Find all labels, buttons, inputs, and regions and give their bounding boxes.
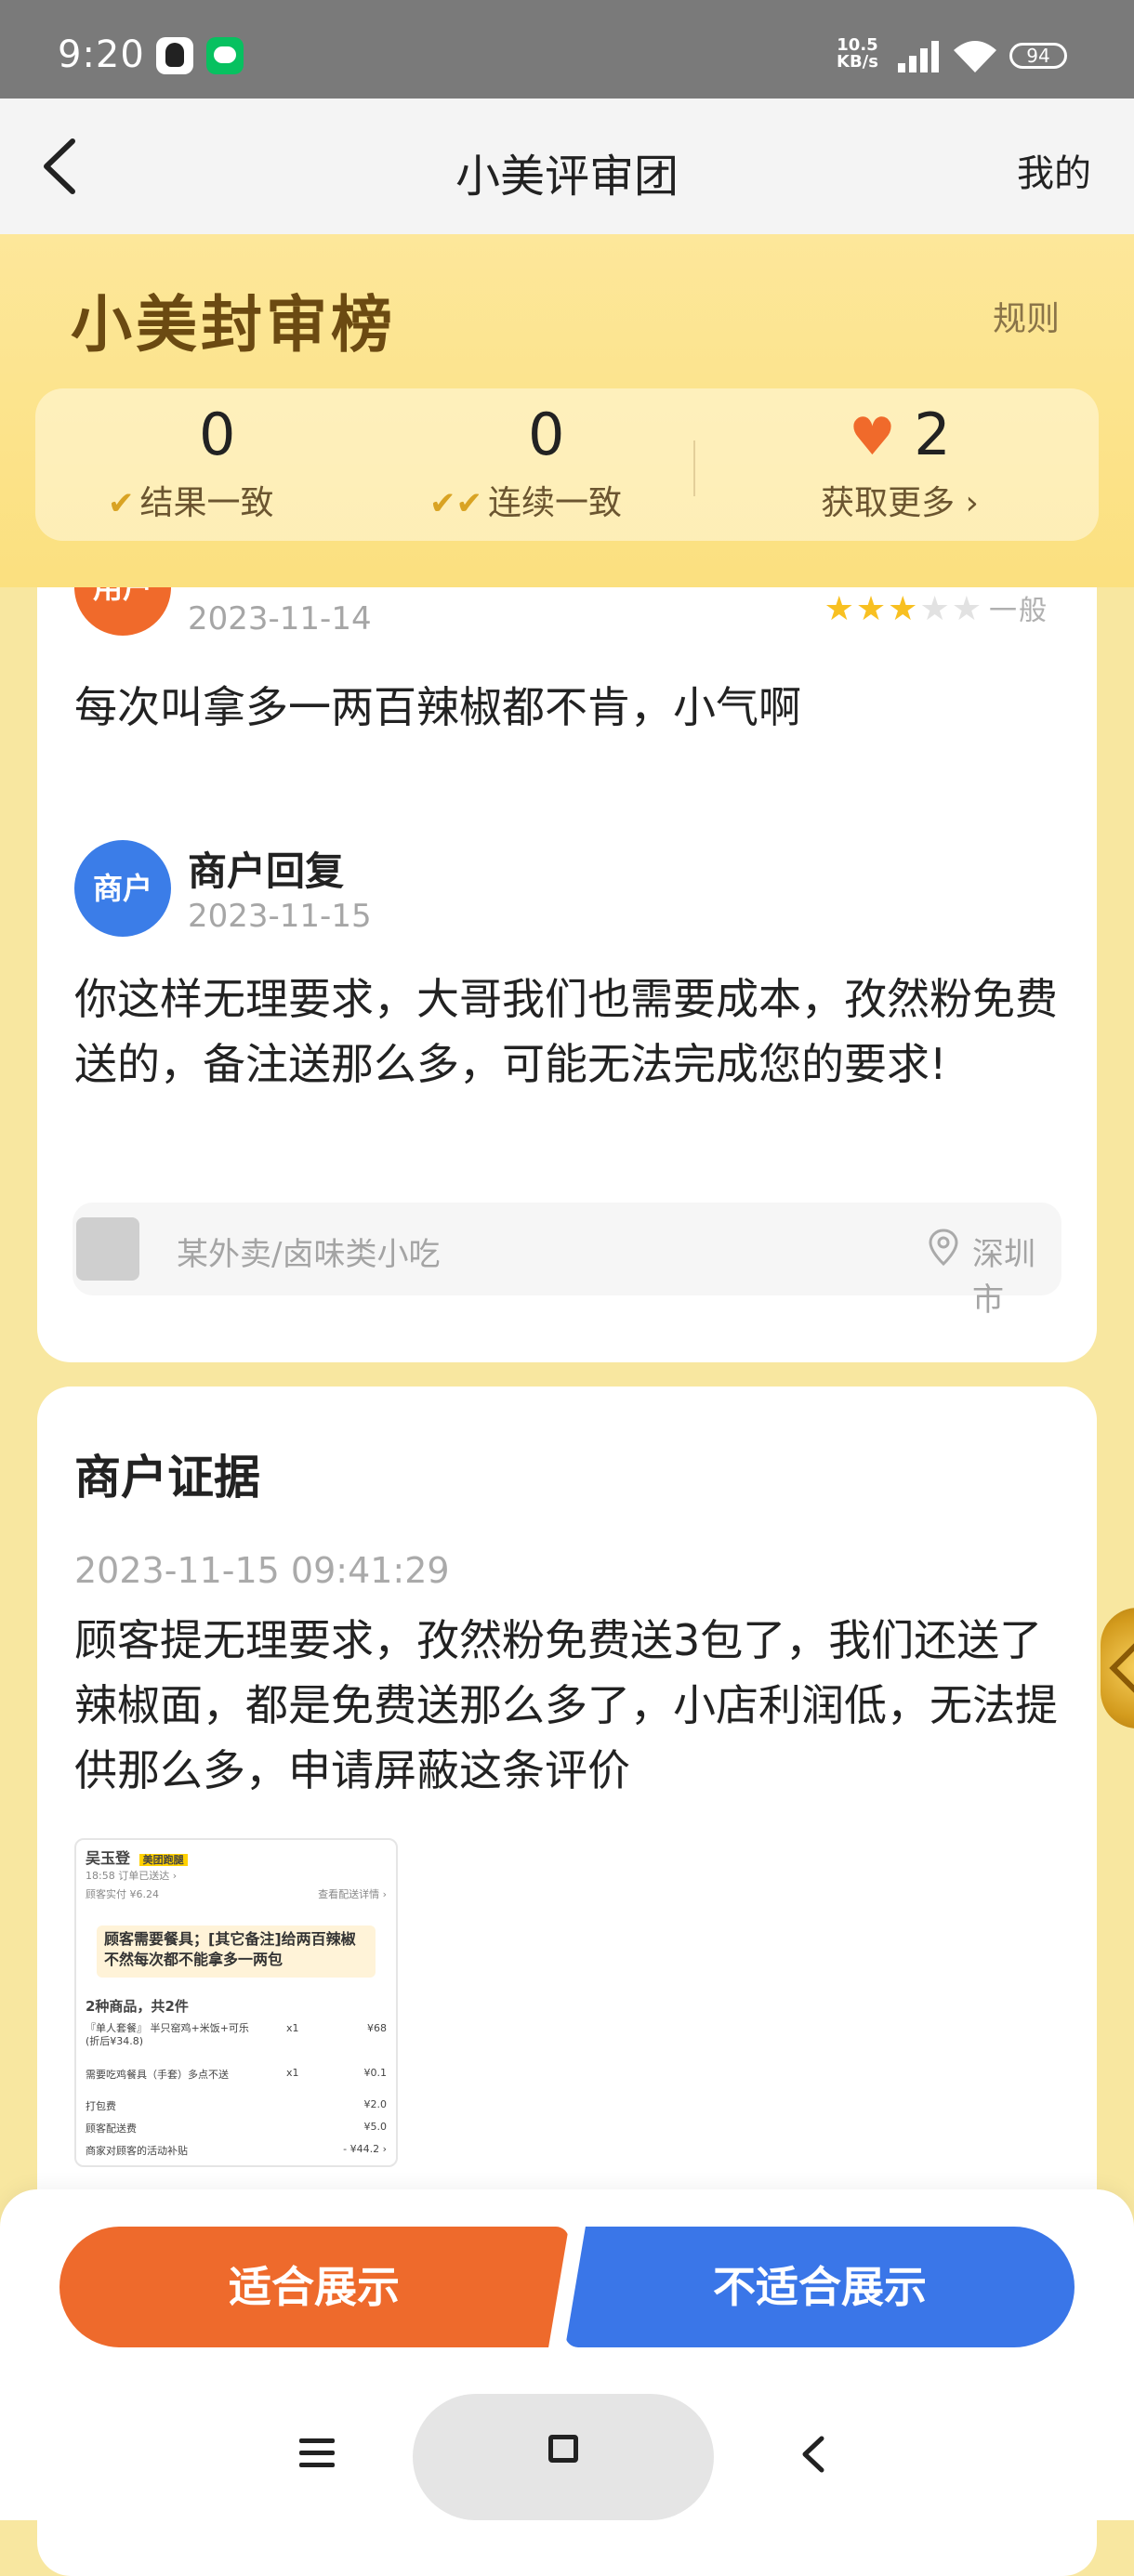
- stat-value: 0: [199, 401, 236, 468]
- stat-get-more[interactable]: ♥ 2 获取更多 ›: [742, 398, 1058, 524]
- stat-label: 连续一致: [487, 484, 622, 522]
- rules-link[interactable]: 规则: [993, 292, 1060, 340]
- stat-value: 0: [528, 401, 565, 468]
- evidence-title: 商户证据: [74, 1451, 260, 1505]
- star-icon: ★★★: [824, 590, 920, 628]
- signal-icon: [898, 41, 943, 72]
- ev-fee2: 顾客配送费: [86, 2123, 137, 2135]
- page-title: 小美评审团: [455, 151, 679, 203]
- ev-fee3: 商家对顾客的活动补贴: [86, 2145, 188, 2157]
- shop-city: 深圳市: [972, 1236, 1035, 1319]
- ev-fee3-val: - ¥44.2 ›: [343, 2143, 387, 2155]
- ev-paid: 顾客实付 ¥6.24: [86, 1888, 159, 1900]
- ev-fee1: 打包费: [86, 2100, 116, 2112]
- review-date: 2023-11-14: [188, 600, 372, 637]
- check-icon: ✔: [108, 485, 135, 522]
- network-speed: 10.5 KB/s: [837, 37, 878, 71]
- stats-panel: 0 ✔ 结果一致 0 ✔✔ 连续一致 ♥ 2 获取更多 ›: [35, 388, 1099, 541]
- ev-summary: 2种商品，共2件: [86, 1998, 189, 2015]
- heart-icon: ♥: [849, 407, 896, 467]
- evidence-text: 顾客提无理要求，孜然粉免费送3包了，我们还送了辣椒面，都是免费送那么多了，小店利…: [74, 1615, 1058, 1795]
- shop-thumbnail: [76, 1217, 139, 1281]
- unsuitable-button[interactable]: 不适合展示: [565, 2227, 1075, 2347]
- nav-bar: 小美评审团 我的: [0, 99, 1134, 234]
- rating-stars: ★★★★★ 一般: [824, 587, 1048, 628]
- home-icon[interactable]: [548, 2435, 578, 2463]
- suitable-button[interactable]: 适合展示: [59, 2227, 569, 2347]
- wechat-notification-icon: [206, 37, 244, 74]
- stat-value: 2: [914, 401, 951, 468]
- stat-result-match: 0 ✔ 结果一致: [78, 398, 394, 524]
- review-text: 每次叫拿多一两百辣椒都不肯，小气啊: [74, 682, 801, 732]
- reply-author: 商户回复: [188, 848, 345, 894]
- ev-item1-price: ¥68: [367, 2022, 387, 2034]
- stat-streak-match: 0 ✔✔ 连续一致: [407, 398, 723, 524]
- divider: [693, 440, 695, 496]
- brand-logo: 小美封审榜: [71, 288, 396, 361]
- rating-label: 一般: [989, 595, 1048, 627]
- reply-date: 2023-11-15: [188, 898, 372, 935]
- network-speed-unit: KB/s: [837, 52, 878, 72]
- evidence-time: 2023-11-15 09:41:29: [74, 1550, 450, 1591]
- qq-notification-icon: [156, 37, 193, 74]
- system-back-icon[interactable]: [796, 2431, 833, 2477]
- ev-fee2-val: ¥5.0: [363, 2121, 388, 2133]
- status-bar: 9:20 10.5 KB/s 94: [0, 0, 1134, 99]
- star-empty-icon: ★★: [919, 590, 983, 628]
- leaderboard-header: 小美封审榜 规则 0 ✔ 结果一致 0 ✔✔ 连续一致 ♥ 2 获取更多 ›: [0, 234, 1134, 587]
- coin-reward-icon[interactable]: [1101, 1608, 1134, 1728]
- ev-delivery-link: 查看配送详情 ›: [318, 1888, 387, 1900]
- ev-fee1-val: ¥2.0: [363, 2098, 388, 2110]
- menu-icon[interactable]: [299, 2438, 335, 2470]
- status-time: 9:20: [58, 33, 145, 76]
- ev-note: 顾客需要餐具；[其它备注]给两百辣椒不然每次都不能拿多一两包: [97, 1925, 376, 1978]
- my-button[interactable]: 我的: [1017, 143, 1091, 197]
- location-pin-icon: [929, 1229, 958, 1266]
- battery-icon: 94: [1009, 43, 1067, 69]
- wifi-icon: [954, 41, 996, 72]
- review-card: 用户 2023-11-14 ★★★★★ 一般 每次叫拿多一两百辣椒都不肯，小气啊 …: [37, 587, 1097, 1362]
- ev-name: 吴玉登: [86, 1849, 131, 1867]
- evidence-screenshot[interactable]: 吴玉登 美团跑腿 18:58 订单已送达 › 顾客实付 ¥6.24 查看配送详情…: [74, 1838, 398, 2167]
- user-avatar: 用户: [74, 587, 171, 636]
- shop-name: 某外卖/卤味类小吃: [177, 1236, 441, 1273]
- ev-item2-price: ¥0.1: [363, 2067, 388, 2079]
- merchant-avatar: 商户: [74, 840, 171, 937]
- ev-status: 18:58 订单已送达 ›: [86, 1870, 178, 1882]
- get-more-link[interactable]: 获取更多 ›: [742, 476, 1058, 524]
- double-check-icon: ✔✔: [429, 485, 482, 522]
- system-nav-bar: [0, 2394, 1134, 2520]
- ev-tag: 美团跑腿: [138, 1854, 188, 1866]
- reply-text: 你这样无理要求，大哥我们也需要成本，孜然粉免费送的，备注送那么多，可能无法完成您…: [74, 974, 1058, 1089]
- stat-label: 结果一致: [139, 484, 274, 522]
- shop-info[interactable]: 某外卖/卤味类小吃 深圳市: [73, 1203, 1061, 1319]
- action-bar: 适合展示 不适合展示: [0, 2189, 1134, 2394]
